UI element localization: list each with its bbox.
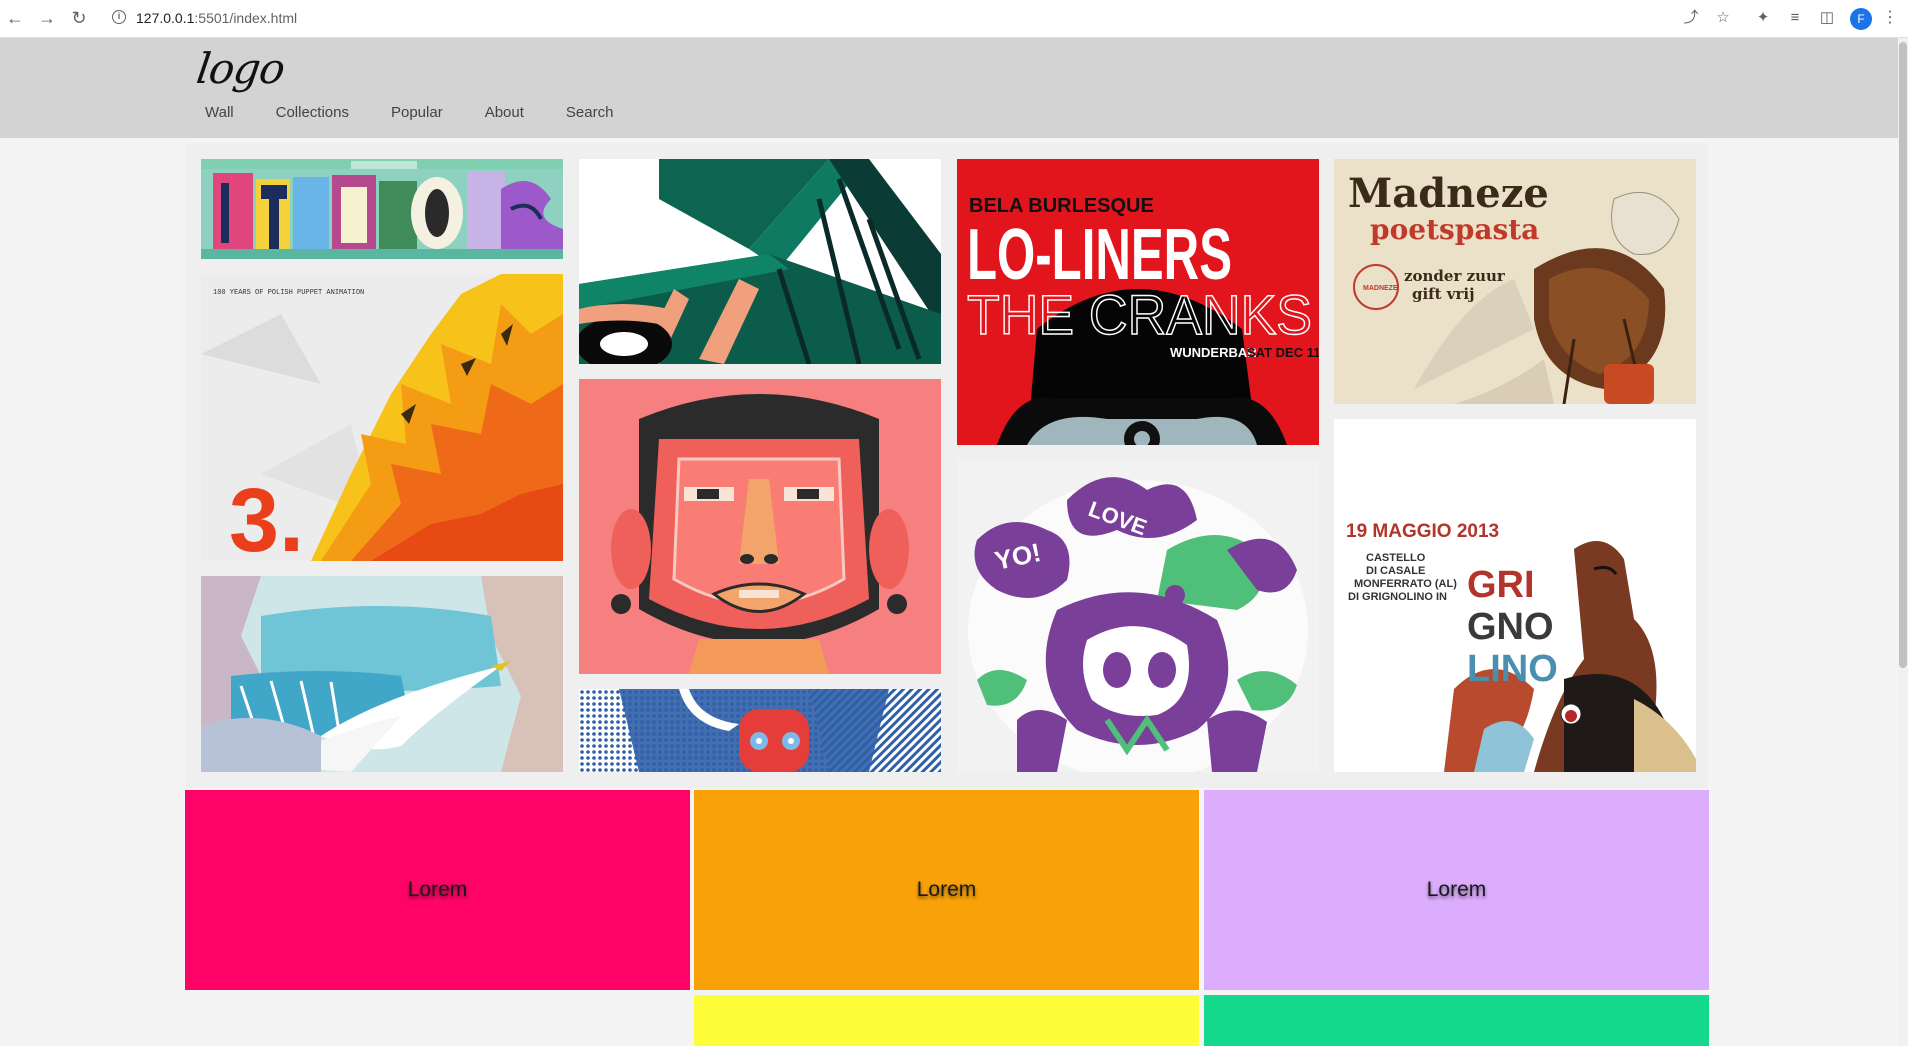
madneze-text-2: gift vrij [1412, 285, 1475, 303]
puppet-poster-number: 3. [229, 471, 304, 561]
card-yellow[interactable] [694, 995, 1199, 1046]
extensions-icon[interactable]: ✦ [1753, 8, 1773, 28]
madneze-subtitle: poetspasta [1370, 213, 1539, 246]
browser-toolbar: ← → ↻ i 127.0.0.1:5501/index.html ⤴ ☆ ✦ … [0, 0, 1908, 38]
scrollbar-thumb[interactable] [1899, 42, 1907, 668]
madneze-text-1: zonder zuur [1404, 267, 1506, 285]
card-grid: Lorem Lorem Lorem [0, 788, 1898, 1046]
lo-liners-poster[interactable]: BELA BURLESQUE LO-LINERS THE CRANKS WUND… [957, 159, 1319, 445]
bookmark-star-icon[interactable]: ☆ [1713, 8, 1733, 28]
back-arrow-icon[interactable]: ← [4, 7, 26, 29]
madneze-poster[interactable]: MADNEZE Madneze poetspasta zonder zuur g… [1334, 159, 1696, 404]
nav-item-wall[interactable]: Wall [190, 104, 255, 121]
nav-item-about[interactable]: About [464, 104, 545, 121]
card-green[interactable] [1204, 995, 1709, 1046]
side-panel-icon[interactable]: ◫ [1817, 8, 1837, 28]
pink-face-illustration-poster[interactable] [579, 379, 941, 674]
moebius-landscape-poster[interactable] [201, 576, 563, 772]
card-label: Lorem [407, 878, 468, 901]
grignolino-word-2: GNO [1467, 606, 1554, 648]
poster-gallery: 100 YEARS OF POLISH PUPPET ANIMATION 3. [186, 143, 1708, 788]
nav-item-search[interactable]: Search [545, 104, 635, 121]
media-control-icon[interactable]: ≡ [1785, 8, 1805, 28]
grignolino-poster[interactable]: 19 MAGGIO 2013 CASTELLO DI CASALE MONFER… [1334, 419, 1696, 772]
jhb-typography-poster[interactable] [201, 159, 563, 259]
nav-item-collections[interactable]: Collections [255, 104, 370, 121]
share-icon[interactable]: ⤴ [1681, 8, 1701, 28]
grignolino-place-2: DI CASALE [1366, 565, 1425, 577]
nav-item-popular[interactable]: Popular [370, 104, 464, 121]
grignolino-word-3: LINO [1467, 648, 1558, 690]
card-label: Lorem [916, 878, 977, 901]
biplane-illustration-poster[interactable] [579, 159, 941, 364]
lo-liners-presenter: BELA BURLESQUE [969, 195, 1154, 217]
site-info-icon[interactable]: i [112, 10, 126, 24]
forward-arrow-icon[interactable]: → [36, 7, 58, 29]
lorem-card-pink[interactable]: Lorem [185, 790, 690, 990]
site-header: logo Wall Collections Popular About Sear… [0, 38, 1898, 138]
more-menu-icon[interactable]: ⋮ [1882, 8, 1898, 28]
grignolino-date: 19 MAGGIO 2013 [1346, 521, 1499, 542]
puppet-poster-caption: 100 YEARS OF POLISH PUPPET ANIMATION [213, 289, 364, 297]
grignolino-place-1: CASTELLO [1366, 552, 1426, 564]
madneze-stamp: MADNEZE [1363, 285, 1398, 292]
lorem-card-purple[interactable]: Lorem [1204, 790, 1709, 990]
lorem-card-orange[interactable]: Lorem [694, 790, 1199, 990]
halftone-character-poster[interactable] [579, 689, 941, 772]
grignolino-place-3: MONFERRATO (AL) [1354, 578, 1457, 590]
lo-liners-date: SAT DEC 11 [1247, 345, 1319, 360]
site-logo[interactable]: logo [194, 44, 288, 93]
card-label: Lorem [1426, 878, 1487, 901]
grignolino-place-4: DI GRIGNOLINO IN [1348, 591, 1447, 603]
madneze-title: Madneze [1348, 170, 1549, 217]
graffiti-skull-poster[interactable]: YO! LOVE [957, 460, 1319, 772]
grignolino-word-1: GRI [1467, 564, 1535, 606]
reload-icon[interactable]: ↻ [68, 7, 90, 29]
main-nav: Wall Collections Popular About Search [190, 104, 634, 121]
lo-liners-subtitle: THE CRANKS [967, 283, 1312, 346]
polish-puppet-animation-poster[interactable]: 100 YEARS OF POLISH PUPPET ANIMATION 3. [201, 274, 563, 561]
page-scrollbar[interactable] [1898, 38, 1908, 1046]
lo-liners-venue: WUNDERBAR [1170, 345, 1257, 360]
address-bar[interactable]: 127.0.0.1:5501/index.html [136, 10, 297, 26]
profile-avatar[interactable]: F [1850, 8, 1872, 30]
